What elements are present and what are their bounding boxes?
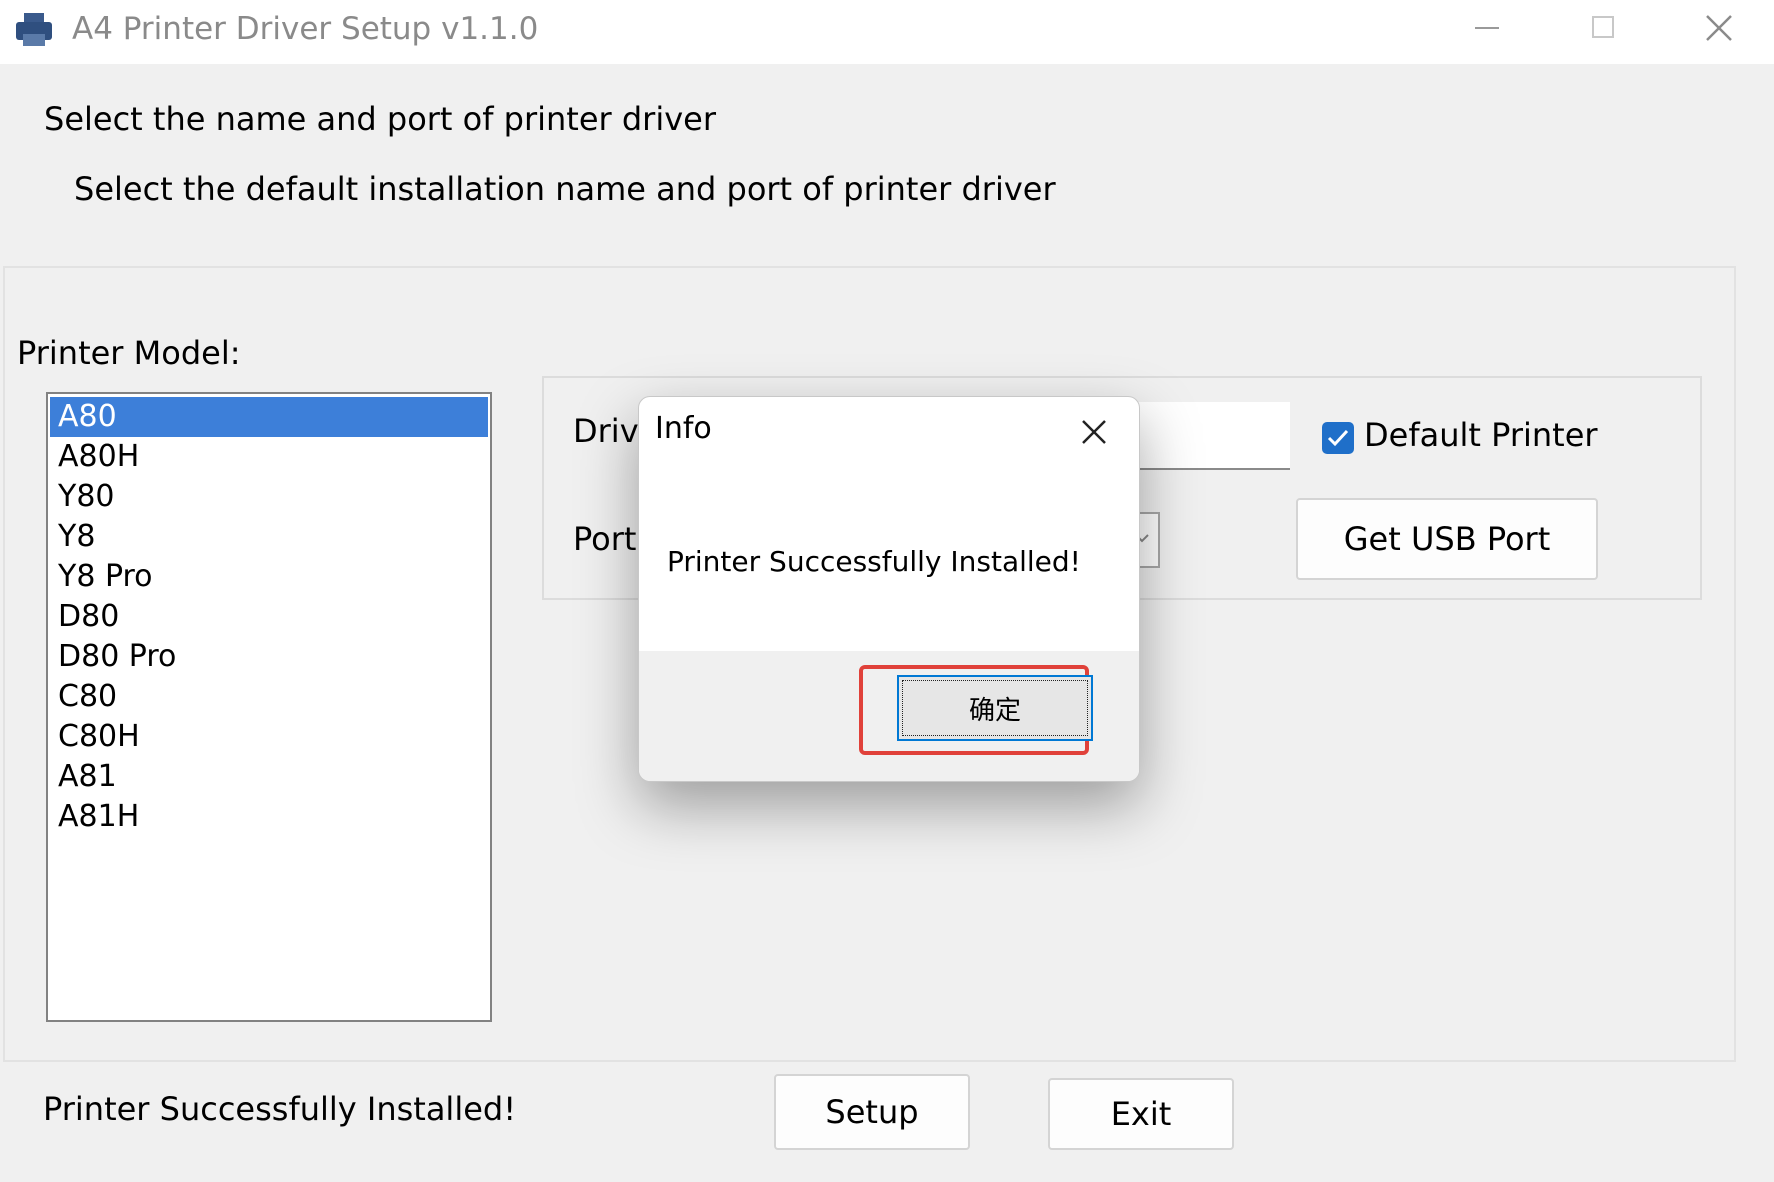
list-item[interactable]: C80	[50, 677, 488, 717]
default-printer-checkbox[interactable]	[1322, 422, 1354, 454]
page-subtitle: Select the default installation name and…	[74, 170, 1056, 208]
setup-button[interactable]: Setup	[774, 1074, 970, 1150]
info-dialog: Info Printer Successfully Installed! 确定	[638, 396, 1140, 782]
maximize-icon[interactable]	[1580, 8, 1626, 48]
dialog-title: Info	[655, 411, 712, 446]
close-icon[interactable]	[1079, 417, 1109, 447]
printer-icon	[16, 13, 52, 46]
list-item[interactable]: A80	[50, 397, 488, 437]
title-bar: A4 Printer Driver Setup v1.1.0	[0, 0, 1774, 64]
printer-model-label: Printer Model:	[17, 334, 241, 372]
printer-model-list[interactable]: A80 A80H Y80 Y8 Y8 Pro D80 D80 Pro C80 C…	[46, 392, 492, 1022]
exit-button[interactable]: Exit	[1048, 1078, 1234, 1150]
dialog-footer: 确定	[639, 651, 1139, 781]
minimize-icon[interactable]	[1464, 8, 1510, 48]
port-label: Port	[573, 520, 637, 558]
list-item[interactable]: Y8	[50, 517, 488, 557]
list-item[interactable]: A81	[50, 757, 488, 797]
driver-name-field[interactable]	[1122, 402, 1290, 470]
get-usb-port-button[interactable]: Get USB Port	[1296, 498, 1598, 580]
list-item[interactable]: D80 Pro	[50, 637, 488, 677]
page-title: Select the name and port of printer driv…	[44, 100, 716, 138]
checkmark-icon	[1327, 429, 1349, 447]
window-close-icon[interactable]	[1696, 8, 1742, 48]
list-item[interactable]: A81H	[50, 797, 488, 837]
list-item[interactable]: A80H	[50, 437, 488, 477]
list-item[interactable]: Y80	[50, 477, 488, 517]
list-item[interactable]: Y8 Pro	[50, 557, 488, 597]
ok-button[interactable]: 确定	[897, 675, 1093, 741]
list-item[interactable]: D80	[50, 597, 488, 637]
status-text: Printer Successfully Installed!	[43, 1090, 517, 1128]
driver-name-label: Driv	[573, 412, 639, 450]
list-item[interactable]: C80H	[50, 717, 488, 757]
default-printer-label[interactable]: Default Printer	[1364, 416, 1598, 454]
dialog-message: Printer Successfully Installed!	[667, 545, 1081, 578]
window-title: A4 Printer Driver Setup v1.1.0	[72, 11, 539, 47]
